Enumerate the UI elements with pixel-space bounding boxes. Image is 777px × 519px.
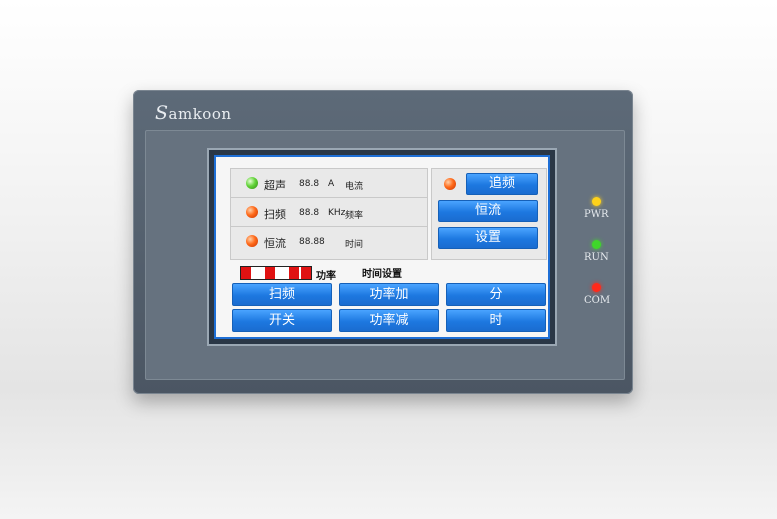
readout-row-constant: 恒流 88.88 时间 [231,227,427,256]
power-segment [265,267,277,279]
settings-button[interactable]: 设置 [438,227,538,249]
row-value: 88.88 [299,237,325,247]
track-frequency-button[interactable]: 追频 [466,173,538,195]
com-label: COM [584,295,611,306]
hmi-device: Samkoon 超声 88.8 A 电流 扫频 88.8 KHz 频率 恒流 8… [133,90,633,394]
brand-logo: Samkoon [155,102,232,124]
row-label: 扫频 [264,208,286,221]
power-segment [253,267,265,279]
constant-current-button[interactable]: 恒流 [438,200,538,222]
status-led-icon [246,177,258,189]
readout-panel: 超声 88.8 A 电流 扫频 88.8 KHz 频率 恒流 88.88 时间 [230,168,428,260]
pwr-label: PWR [584,209,609,220]
screen-panel: 超声 88.8 A 电流 扫频 88.8 KHz 频率 恒流 88.88 时间 … [216,157,548,337]
screen-frame: 超声 88.8 A 电流 扫频 88.8 KHz 频率 恒流 88.88 时间 … [207,148,557,346]
run-led-icon [592,240,601,249]
switch-button[interactable]: 开关 [232,309,332,332]
readout-row-ultrasonic: 超声 88.8 A 电流 [231,169,427,198]
power-segment [289,267,301,279]
row-unit: KHz [328,208,346,218]
touch-screen: 超声 88.8 A 电流 扫频 88.8 KHz 频率 恒流 88.88 时间 … [214,155,550,339]
row-caption: 时间 [345,240,364,250]
power-down-button[interactable]: 功率减 [339,309,439,332]
minute-button[interactable]: 分 [446,283,546,306]
pwr-led-icon [592,197,601,206]
hour-button[interactable]: 时 [446,309,546,332]
row-label: 恒流 [264,237,286,250]
logo-initial: S [155,102,169,124]
row-label: 超声 [264,179,286,192]
mode-panel: 追频 恒流 设置 [431,168,547,260]
status-led-icon [246,235,258,247]
power-up-button[interactable]: 功率加 [339,283,439,306]
row-value: 88.8 [299,208,320,218]
row-caption: 电流 [345,182,364,192]
readout-row-sweep: 扫频 88.8 KHz 频率 [231,198,427,227]
power-segment [301,267,311,279]
power-level-bar [240,266,312,280]
com-led-icon [592,283,601,292]
power-label: 功率 [316,271,336,282]
logo-text: amkoon [168,105,232,123]
run-label: RUN [584,252,609,263]
power-segment [277,267,289,279]
time-setting-label: 时间设置 [362,269,402,280]
track-led-icon [444,178,456,190]
sweep-button[interactable]: 扫频 [232,283,332,306]
row-unit: A [328,179,335,189]
row-value: 88.8 [299,179,320,189]
status-led-icon [246,206,258,218]
power-segment [241,267,253,279]
row-caption: 频率 [345,211,364,221]
